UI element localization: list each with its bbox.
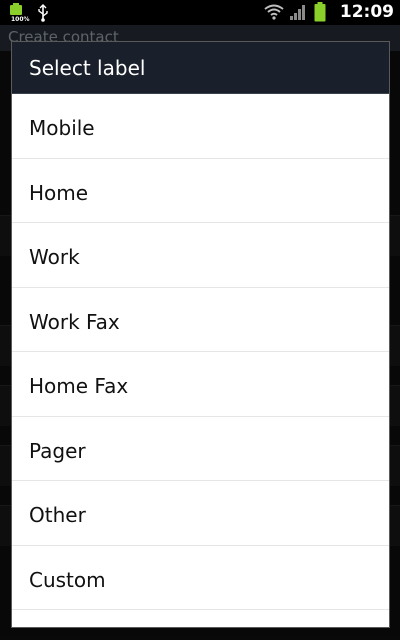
option-label: Other: [29, 503, 86, 527]
option-work-fax[interactable]: Work Fax: [12, 288, 389, 352]
option-label: Custom: [29, 567, 106, 592]
dialog-title: Select label: [29, 56, 146, 80]
option-home-fax[interactable]: Home Fax: [12, 352, 389, 417]
option-pager[interactable]: Pager: [12, 417, 389, 481]
option-home[interactable]: Home: [12, 159, 389, 223]
option-mobile[interactable]: Mobile: [12, 94, 389, 159]
option-other[interactable]: Other: [12, 481, 389, 546]
android-screen: 100% 12:09 Create contact Select label M…: [0, 0, 400, 640]
battery-icon: [314, 2, 326, 26]
signal-icon: [290, 5, 306, 24]
option-label: Work: [29, 245, 80, 269]
label-option-list: Mobile Home Work Work Fax Home Fax Pager…: [12, 94, 389, 610]
clock-time: 12:09: [339, 2, 394, 22]
option-work[interactable]: Work: [12, 223, 389, 288]
option-custom[interactable]: Custom: [12, 546, 389, 610]
select-label-dialog: Select label Mobile Home Work Work Fax H…: [11, 41, 390, 628]
option-label: Mobile: [29, 116, 95, 140]
option-label: Home Fax: [29, 374, 129, 398]
dialog-header: Select label: [12, 42, 389, 94]
option-label: Pager: [29, 438, 86, 463]
usb-icon: [36, 4, 50, 26]
status-bar: 100% 12:09: [0, 0, 400, 25]
option-label: Work Fax: [29, 309, 120, 334]
option-label: Home: [29, 180, 89, 205]
battery-percent-text: 100%: [11, 16, 30, 23]
battery-full-icon: [8, 3, 26, 27]
wifi-icon: [264, 4, 284, 24]
